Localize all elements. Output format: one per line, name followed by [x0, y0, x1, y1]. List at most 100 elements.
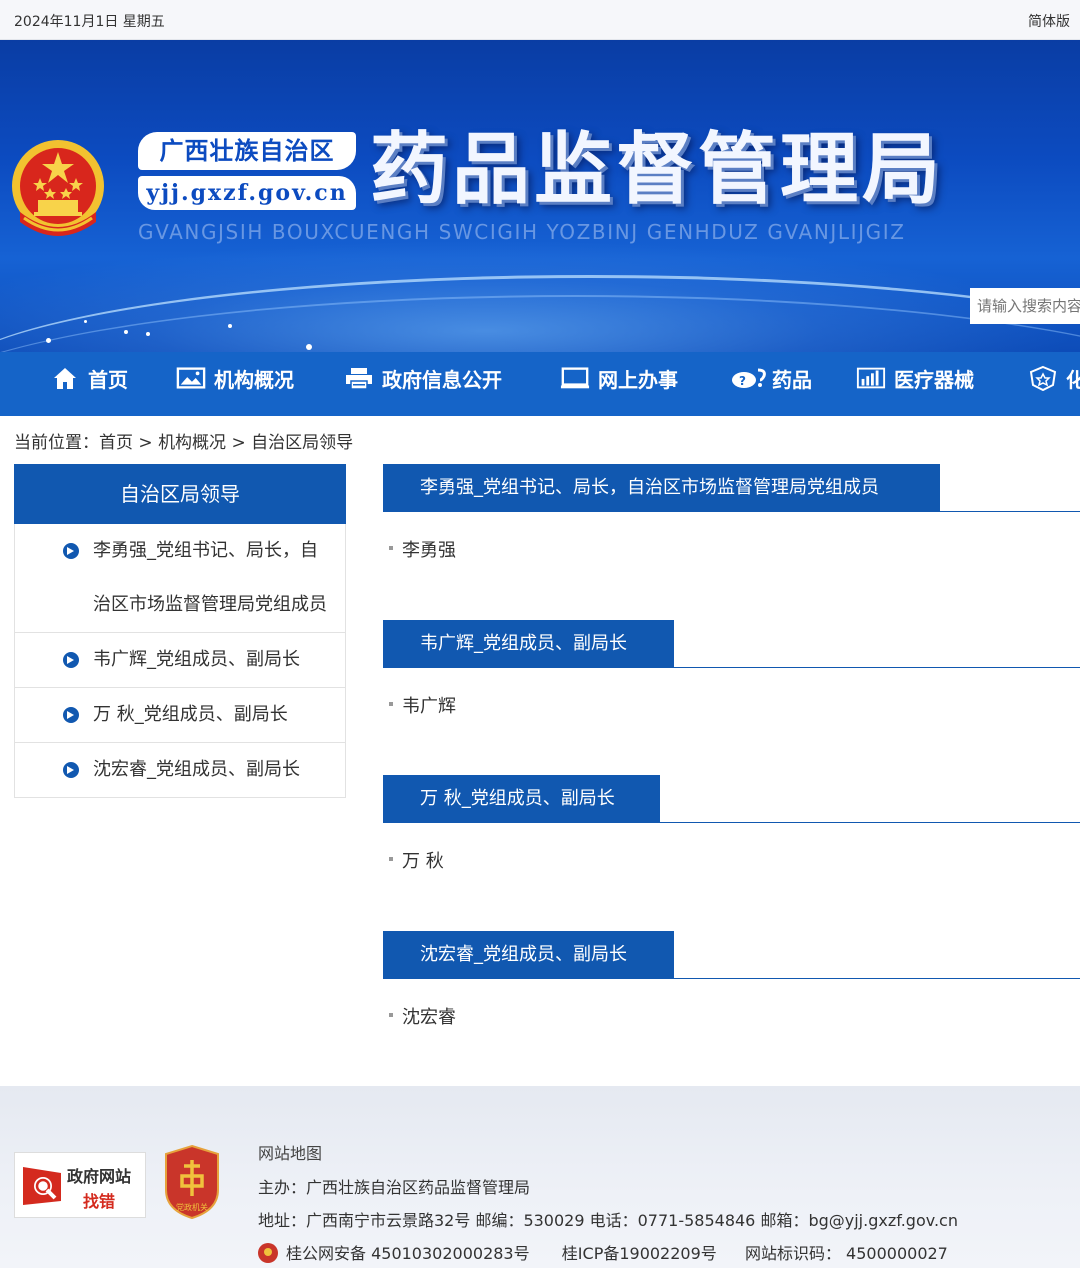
- pill-icon: ?: [730, 364, 768, 392]
- section-header: 万 秋_党组成员、副局长: [383, 775, 1080, 823]
- nav-label: 药品: [772, 367, 812, 392]
- monitor-icon: [560, 364, 590, 392]
- nav-item-online-services[interactable]: 网上办事: [560, 352, 678, 404]
- nav-item-organization[interactable]: 机构概况: [176, 352, 294, 404]
- bar-chart-icon: [856, 364, 886, 392]
- sidebar-title: 自治区局领导: [14, 464, 346, 524]
- section-title[interactable]: 韦广辉_党组成员、副局长: [383, 620, 674, 668]
- find-error-line1: 政府网站: [67, 1167, 132, 1186]
- sparkle: [124, 330, 128, 334]
- bullet-icon: [389, 702, 393, 706]
- sidebar-item-label: 李勇强_党组书记、局长，自: [93, 540, 318, 561]
- sidebar-item-label: 沈宏睿_党组成员、副局长: [93, 759, 300, 780]
- leader-name-link[interactable]: 万 秋: [402, 847, 444, 873]
- svg-text:?: ?: [739, 374, 746, 388]
- bullet-icon: [389, 1013, 393, 1017]
- section-body: 万 秋: [383, 823, 1080, 883]
- sparkle: [84, 320, 87, 323]
- footer-address: 地址：广西南宁市云景路32号 邮编：530029 电话：0771-5854846…: [258, 1211, 958, 1230]
- section-header: 李勇强_党组书记、局长，自治区市场监督管理局党组成员: [383, 464, 1080, 512]
- sidebar-item-wei-guanghui[interactable]: 韦广辉_党组成员、副局长: [14, 633, 346, 688]
- breadcrumb-organization-link[interactable]: 机构概况: [158, 433, 226, 453]
- printer-icon: [344, 364, 374, 392]
- leader-section: 沈宏睿_党组成员、副局长 沈宏睿: [383, 931, 1080, 1039]
- current-date: 2024年11月1日 星期五: [14, 14, 165, 30]
- site-footer: 政府网站 找错 党政机关 网站地图 主办：广西壮族自治区药品监督管理局 地址：广…: [0, 1086, 1080, 1268]
- site-domain: yjj.gxzf.gov.cn: [146, 180, 348, 206]
- icp-record-link[interactable]: 桂ICP备19002209号: [562, 1244, 717, 1263]
- arrow-circle-icon: [63, 762, 79, 778]
- region-name: 广西壮族自治区: [159, 136, 335, 165]
- footer-sponsor: 主办：广西壮族自治区药品监督管理局: [258, 1178, 531, 1197]
- nav-label: 首页: [88, 367, 128, 392]
- nav-item-info-disclosure[interactable]: 政府信息公开: [344, 352, 502, 404]
- bullet-icon: [389, 857, 393, 861]
- region-name-box: 广西壮族自治区: [138, 132, 356, 170]
- section-header: 沈宏睿_党组成员、副局长: [383, 931, 1080, 979]
- domain-box: yjj.gxzf.gov.cn: [138, 176, 356, 210]
- sidebar-item-shen-hongrui[interactable]: 沈宏睿_党组成员、副局长: [14, 743, 346, 798]
- sparkle: [306, 344, 312, 350]
- section-header: 韦广辉_党组成员、副局长: [383, 620, 1080, 668]
- arrow-circle-icon: [63, 652, 79, 668]
- site-code: 网站标识码： 4500000027: [744, 1244, 948, 1263]
- footer-records: 桂公网安备 45010302000283号 桂ICP备19002209号 网站标…: [258, 1240, 948, 1264]
- nav-label: 政府信息公开: [382, 367, 502, 392]
- sidebar-item-li-yongqiang[interactable]: 李勇强_党组书记、局长，自 治区市场监督管理局党组成员: [14, 524, 346, 633]
- sparkle: [146, 332, 150, 336]
- sidebar: 自治区局领导 李勇强_党组书记、局长，自 治区市场监督管理局党组成员 韦广辉_党…: [14, 464, 346, 798]
- party-badge-text: 党政机关: [176, 1202, 208, 1212]
- nav-label: 医疗器械: [894, 367, 974, 392]
- main-nav: 首页 机构概况 政府信息公开 网上办事 ? 药品 医疗器械 化: [0, 352, 1080, 416]
- picture-icon: [176, 364, 206, 392]
- section-body: 沈宏睿: [383, 979, 1080, 1039]
- sparkle: [46, 338, 51, 343]
- police-badge-icon: [258, 1243, 278, 1263]
- section-body: 韦广辉: [383, 668, 1080, 728]
- gov-site-error-report-badge[interactable]: 政府网站 找错: [14, 1152, 146, 1218]
- section-body: 李勇强: [383, 512, 1080, 572]
- leader-section: 韦广辉_党组成员、副局长 韦广辉: [383, 620, 1080, 728]
- breadcrumb: 当前位置：首页 > 机构概况 > 自治区局领导: [14, 428, 353, 453]
- party-government-badge-icon[interactable]: 党政机关: [162, 1144, 222, 1220]
- section-title[interactable]: 沈宏睿_党组成员、副局长: [383, 931, 674, 979]
- site-title-zhuang: GVANGJSIH BOUXCUENGH SWCIGIH YOZBINJ GEN…: [138, 220, 906, 244]
- breadcrumb-current[interactable]: 自治区局领导: [251, 433, 353, 453]
- leader-name-link[interactable]: 李勇强: [402, 536, 456, 562]
- magnifier-icon: [23, 1167, 61, 1205]
- arrow-circle-icon: [63, 543, 79, 559]
- sidebar-item-label-line2: 治区市场监督管理局党组成员: [93, 594, 327, 615]
- nav-item-home[interactable]: 首页: [50, 352, 128, 404]
- nav-item-medical-devices[interactable]: 医疗器械: [856, 352, 974, 404]
- nav-label: 机构概况: [214, 367, 294, 392]
- search-input[interactable]: [970, 288, 1080, 324]
- nav-item-drugs[interactable]: ? 药品: [730, 352, 812, 404]
- breadcrumb-home-link[interactable]: 首页: [99, 433, 133, 453]
- nav-label: 化: [1066, 367, 1080, 392]
- shield-icon: [1028, 364, 1058, 392]
- sidebar-item-wan-qiu[interactable]: 万 秋_党组成员、副局长: [14, 688, 346, 743]
- sidebar-item-label: 韦广辉_党组成员、副局长: [93, 649, 300, 670]
- sidebar-item-label: 万 秋_党组成员、副局长: [93, 704, 288, 725]
- breadcrumb-separator: >: [231, 433, 246, 453]
- find-error-line2: 找错: [83, 1192, 116, 1211]
- simplified-version-link[interactable]: 简体版: [1028, 11, 1070, 31]
- section-title[interactable]: 李勇强_党组书记、局长，自治区市场监督管理局党组成员: [383, 464, 940, 512]
- national-emblem-icon: [12, 140, 104, 236]
- leader-name-link[interactable]: 沈宏睿: [402, 1003, 456, 1029]
- sparkle: [228, 324, 232, 328]
- leader-section: 万 秋_党组成员、副局长 万 秋: [383, 775, 1080, 883]
- top-bar: 2024年11月1日 星期五 简体版: [0, 0, 1080, 40]
- breadcrumb-prefix: 当前位置：: [14, 433, 99, 453]
- site-title: 药品监督管理局: [370, 125, 945, 215]
- nav-item-cosmetics[interactable]: 化: [1028, 352, 1080, 404]
- leader-section: 李勇强_党组书记、局长，自治区市场监督管理局党组成员 李勇强: [383, 464, 1080, 572]
- police-record-link[interactable]: 桂公网安备 45010302000283号: [286, 1244, 530, 1263]
- arrow-circle-icon: [63, 707, 79, 723]
- site-banner: 广西壮族自治区 yjj.gxzf.gov.cn 药品监督管理局 GVANGJSI…: [0, 40, 1080, 352]
- home-icon: [50, 364, 80, 392]
- sitemap-link[interactable]: 网站地图: [258, 1140, 322, 1164]
- leader-name-link[interactable]: 韦广辉: [402, 692, 456, 718]
- section-title[interactable]: 万 秋_党组成员、副局长: [383, 775, 660, 823]
- nav-label: 网上办事: [598, 367, 678, 392]
